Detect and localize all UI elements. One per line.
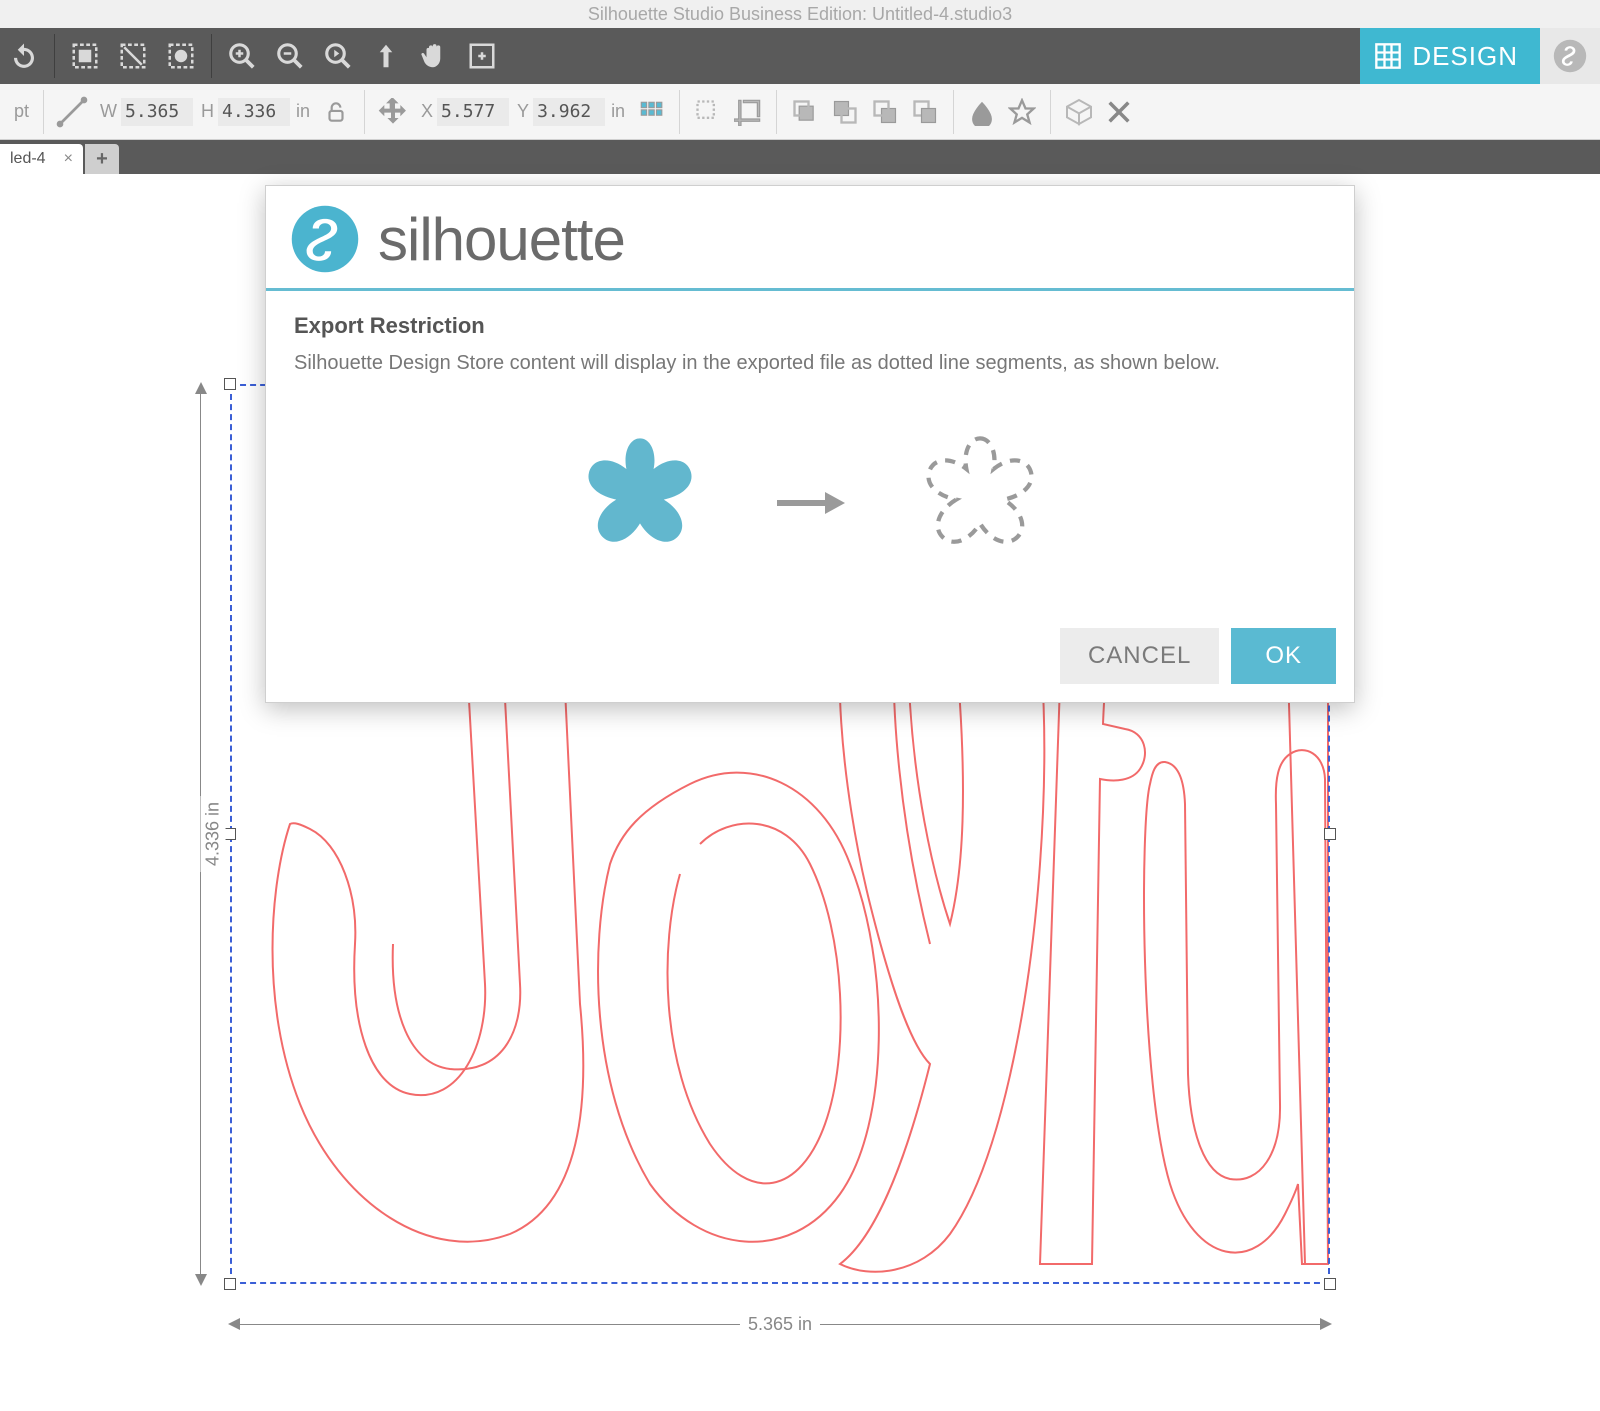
bring-front-icon[interactable] bbox=[785, 92, 825, 132]
zoom-out-icon[interactable] bbox=[268, 34, 312, 78]
x-input[interactable] bbox=[437, 98, 509, 126]
pan-hand-icon[interactable] bbox=[412, 34, 456, 78]
document-tab-bar: led-4 × + bbox=[0, 140, 1600, 174]
resize-handle-bl[interactable] bbox=[224, 1278, 236, 1290]
width-label: W bbox=[100, 101, 117, 122]
palette-select-icon[interactable] bbox=[159, 34, 203, 78]
refresh-icon[interactable] bbox=[2, 34, 46, 78]
dialog-brand-text: silhouette bbox=[378, 205, 625, 274]
resize-handle-br[interactable] bbox=[1324, 1278, 1336, 1290]
arrow-right-icon bbox=[775, 488, 845, 518]
flower-dashed-icon bbox=[895, 418, 1065, 588]
3d-cube-icon[interactable] bbox=[1059, 92, 1099, 132]
design-tab-button[interactable]: DESIGN bbox=[1360, 28, 1540, 84]
dialog-title: Export Restriction bbox=[266, 291, 1354, 349]
dialog-illustration bbox=[266, 388, 1354, 628]
bring-forward-icon[interactable] bbox=[825, 92, 865, 132]
ok-button[interactable]: OK bbox=[1231, 628, 1336, 684]
dimension-vertical: 4.336 in bbox=[175, 384, 225, 1284]
close-x-icon[interactable] bbox=[1099, 92, 1139, 132]
line-tool-icon[interactable] bbox=[52, 92, 92, 132]
select-all-icon[interactable] bbox=[63, 34, 107, 78]
fill-tool-icon[interactable] bbox=[962, 92, 1002, 132]
width-input[interactable] bbox=[121, 98, 193, 126]
y-input[interactable] bbox=[533, 98, 605, 126]
properties-toolbar: pt W H in X Y in bbox=[0, 84, 1600, 140]
resize-handle-tl[interactable] bbox=[224, 378, 236, 390]
resize-handle-mr[interactable] bbox=[1324, 828, 1336, 840]
export-restriction-dialog: silhouette Export Restriction Silhouette… bbox=[265, 185, 1355, 703]
main-toolbar: DESIGN bbox=[0, 28, 1600, 84]
send-backward-icon[interactable] bbox=[865, 92, 905, 132]
add-tab-button[interactable]: + bbox=[85, 144, 119, 174]
resize-handle-ml[interactable] bbox=[224, 828, 236, 840]
y-label: Y bbox=[517, 101, 529, 122]
move-tool-icon[interactable] bbox=[373, 92, 413, 132]
document-tab[interactable]: led-4 × bbox=[0, 144, 83, 174]
dimension-horizontal-label: 5.365 in bbox=[740, 1312, 820, 1337]
height-label: H bbox=[201, 101, 214, 122]
fit-page-icon[interactable] bbox=[460, 34, 504, 78]
store-tab-icon[interactable] bbox=[1540, 28, 1600, 84]
zoom-in-icon[interactable] bbox=[220, 34, 264, 78]
dialog-body-text: Silhouette Design Store content will dis… bbox=[266, 349, 1354, 388]
flower-filled-icon bbox=[555, 418, 725, 588]
lock-aspect-icon[interactable] bbox=[316, 92, 356, 132]
height-input[interactable] bbox=[218, 98, 290, 126]
send-back-icon[interactable] bbox=[905, 92, 945, 132]
xy-unit: in bbox=[611, 101, 625, 122]
zoom-selection-icon[interactable] bbox=[316, 34, 360, 78]
document-tab-label: led-4 bbox=[10, 150, 46, 168]
dimension-vertical-label: 4.336 in bbox=[201, 796, 226, 872]
x-label: X bbox=[421, 101, 433, 122]
line-weight-unit: pt bbox=[14, 101, 29, 122]
close-tab-icon[interactable]: × bbox=[64, 150, 73, 168]
silhouette-logo-icon bbox=[290, 204, 360, 274]
star-tool-icon[interactable] bbox=[1002, 92, 1042, 132]
design-tab-label: DESIGN bbox=[1412, 41, 1518, 72]
crop-icon[interactable] bbox=[728, 92, 768, 132]
zoom-drag-icon[interactable] bbox=[364, 34, 408, 78]
dialog-brand: silhouette bbox=[266, 186, 1354, 288]
window-title: Silhouette Studio Business Edition: Unti… bbox=[0, 0, 1600, 28]
grid-icon bbox=[1374, 42, 1402, 70]
cancel-button[interactable]: CANCEL bbox=[1060, 628, 1219, 684]
replicate-icon[interactable] bbox=[688, 92, 728, 132]
wh-unit: in bbox=[296, 101, 310, 122]
dimension-horizontal: 5.365 in bbox=[230, 1304, 1330, 1344]
align-panel-icon[interactable] bbox=[631, 92, 671, 132]
deselect-icon[interactable] bbox=[111, 34, 155, 78]
